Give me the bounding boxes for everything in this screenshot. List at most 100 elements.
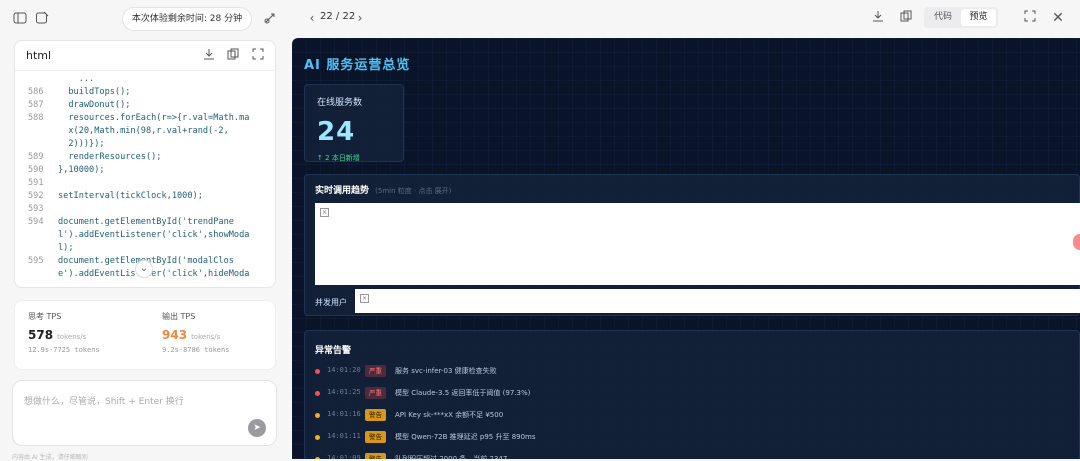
share-icon[interactable]	[262, 11, 278, 27]
online-services-value: 24	[317, 117, 356, 147]
code-line: 591	[15, 177, 275, 190]
alert-dot-icon	[315, 369, 320, 374]
alert-row[interactable]: 14:01:20 严重 服务 svc-infer-03 健康检查失败	[315, 365, 1055, 379]
code-line: 593	[15, 203, 275, 216]
line-text: l);	[58, 243, 74, 253]
next-page-icon[interactable]: ›	[352, 10, 368, 26]
alert-level-badge: 严重	[365, 387, 386, 399]
alert-row[interactable]: 14:01:25 严重 模型 Claude-3.5 返回率低于阈值 (97.3%)	[315, 387, 1055, 401]
alert-dot-icon	[315, 391, 320, 396]
output-tps-unit: tokens/s	[191, 333, 221, 341]
expand-icon[interactable]	[250, 48, 266, 64]
code-line: 588 resources.forEach(r=>{r.val=Math.ma	[15, 112, 275, 125]
line-text: l').addEventListener('click',showModa	[58, 230, 250, 240]
dashboard-title: AI 服务运营总览	[304, 58, 411, 73]
code-line: ...	[15, 73, 275, 86]
code-line: 586 buildTops();	[15, 86, 275, 99]
alert-row[interactable]: 14:01:16 警告 API Key sk-***xX 余额不足 ¥500	[315, 409, 1055, 423]
code-header: html	[15, 41, 275, 71]
sidebar-toggle-icon[interactable]	[12, 11, 28, 27]
alert-message: 服务 svc-infer-03 健康检查失败	[395, 367, 497, 375]
line-text: buildTops();	[58, 87, 131, 97]
code-language: html	[26, 49, 52, 62]
close-icon[interactable]: ✕	[1050, 10, 1066, 26]
think-tps-sub: 12.9s·7725 tokens	[28, 346, 100, 354]
line-number: 594	[28, 217, 44, 227]
line-number: 591	[28, 178, 44, 188]
line-text: document.getElementById('trendPane	[58, 217, 234, 227]
line-text: drawDonut();	[58, 100, 131, 110]
line-number: 592	[28, 191, 44, 201]
line-number: 593	[28, 204, 44, 214]
line-text: ...	[58, 74, 95, 84]
alert-level-badge: 警告	[365, 431, 386, 443]
prev-page-icon[interactable]: ‹	[304, 10, 320, 26]
code-line: l').addEventListener('click',showModa	[15, 229, 275, 242]
copy-icon[interactable]	[225, 48, 241, 64]
code-line: 2)))});	[15, 138, 275, 151]
line-text: setInterval(tickClock,1000);	[58, 191, 203, 201]
alert-row[interactable]: 14:01:11 警告 模型 Qwen-72B 推理延迟 p95 升至 890ms	[315, 431, 1055, 445]
code-content: ... 586 buildTops(); 587 drawDonut(); 588 r…	[15, 71, 275, 287]
copy-icon[interactable]	[898, 10, 914, 26]
alert-time: 14:01:09	[327, 454, 361, 459]
line-text: },10000);	[58, 165, 105, 175]
trend-panel[interactable]: 实时调用趋势 (5min 粒度 · 点击 展开) × 并发用户 ×	[304, 174, 1080, 316]
code-line: x(20,Math.min(98,r.val+rand(-2,	[15, 125, 275, 138]
code-line: 594 document.getElementById('trendPane	[15, 216, 275, 229]
output-tps-value: 943	[162, 328, 188, 342]
chat-input-box[interactable]: 想做什么，尽管说，Shift + Enter 换行 ➤	[12, 380, 277, 446]
preview-dashboard: AI 服务运营总览 在线服务数 24 ↑ 2 本日新增 实时调用趋势 (5min…	[292, 38, 1080, 459]
alert-level-badge: 警告	[365, 409, 386, 421]
concurrent-chart-image: ×	[355, 289, 1080, 313]
scroll-down-button[interactable]: ⌄	[135, 260, 153, 278]
line-text: resources.forEach(r=>{r.val=Math.ma	[58, 113, 250, 123]
alert-row[interactable]: 14:01:09 警告 队列积压超过 2000 条，当前 2347	[315, 453, 1055, 459]
output-tps-label: 输出 TPS	[162, 312, 196, 321]
alert-time: 14:01:11	[327, 432, 361, 440]
alert-time: 14:01:20	[327, 366, 361, 374]
disclaimer: 内容由 AI 生成，请仔细甄别	[12, 454, 88, 461]
alerts-title: 异常告警	[315, 346, 352, 356]
think-tps: 思考 TPS 578 tokens/s 12.9s·7725 tokens	[28, 311, 148, 354]
floating-handle[interactable]	[1073, 234, 1080, 250]
alert-time: 14:01:25	[327, 388, 361, 396]
alert-message: 模型 Qwen-72B 推理延迟 p95 升至 890ms	[395, 433, 536, 441]
alert-message: API Key sk-***xX 余额不足 ¥500	[395, 411, 504, 419]
tps-stats: 思考 TPS 578 tokens/s 12.9s·7725 tokens 输出 …	[14, 300, 276, 370]
tab-preview[interactable]: 预览	[961, 9, 996, 26]
page-indicator: 22 / 22	[320, 11, 356, 22]
think-tps-label: 思考 TPS	[28, 312, 62, 321]
broken-image-icon: ×	[320, 208, 329, 217]
line-number: 588	[28, 113, 44, 123]
alerts-panel: 异常告警 14:01:20 严重 服务 svc-infer-03 健康检查失败 14:…	[304, 330, 1080, 459]
view-switch: 代码 预览	[924, 7, 998, 28]
trend-subtitle: (5min 粒度 · 点击 展开)	[375, 187, 452, 195]
line-number: 589	[28, 152, 44, 162]
line-text: e').addEventListener('click',hideModa	[58, 269, 250, 279]
line-number: 586	[28, 87, 44, 97]
code-line: 587 drawDonut();	[15, 99, 275, 112]
line-text: x(20,Math.min(98,r.val+rand(-2,	[58, 126, 229, 136]
alert-message: 模型 Claude-3.5 返回率低于阈值 (97.3%)	[395, 389, 531, 397]
send-button[interactable]: ➤	[248, 419, 266, 437]
download-icon[interactable]	[870, 10, 886, 26]
download-icon[interactable]	[201, 48, 217, 64]
line-number: 595	[28, 256, 44, 266]
online-services-panel: 在线服务数 24 ↑ 2 本日新增	[304, 84, 404, 162]
alert-time: 14:01:16	[327, 410, 361, 418]
alert-message: 队列积压超过 2000 条，当前 2347	[395, 455, 508, 459]
code-line: 592 setInterval(tickClock,1000);	[15, 190, 275, 203]
output-tps-sub: 9.2s·8786 tokens	[162, 346, 230, 354]
new-chat-icon[interactable]	[34, 11, 50, 27]
alert-dot-icon	[315, 435, 320, 440]
fullscreen-icon[interactable]	[1022, 10, 1038, 26]
concurrent-users-label: 并发用户	[315, 298, 347, 307]
trend-chart-image: ×	[315, 203, 1080, 285]
alert-level-badge: 严重	[365, 365, 386, 377]
online-services-label: 在线服务数	[317, 98, 363, 108]
session-timer: 本次体验剩余时间: 28 分钟	[122, 7, 252, 31]
think-tps-value: 578	[28, 328, 54, 342]
tab-code[interactable]: 代码	[926, 9, 960, 26]
chat-input-placeholder[interactable]: 想做什么，尽管说，Shift + Enter 换行	[24, 394, 184, 407]
